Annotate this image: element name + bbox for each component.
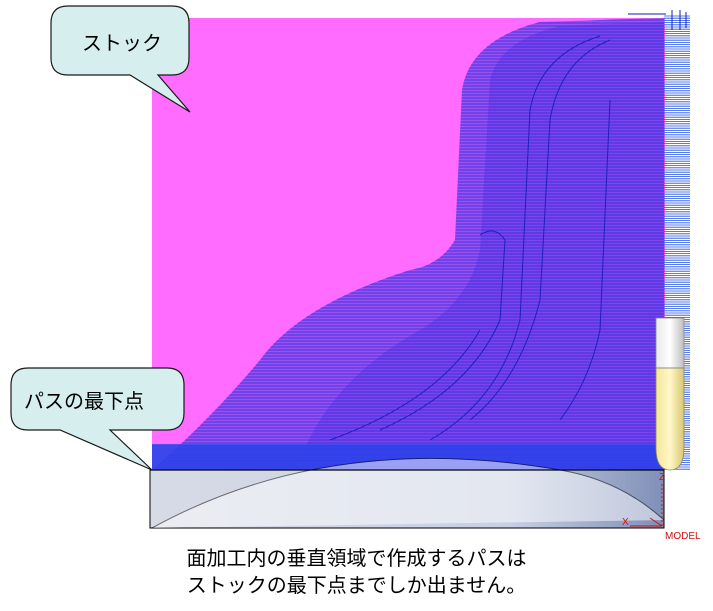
callout-stock-text: ストック [82, 31, 162, 55]
cam-viewport[interactable] [0, 0, 713, 611]
cutting-tool [655, 317, 685, 471]
callout-lowest-point-text: パスの最下点 [24, 389, 144, 413]
triad-model-label: MODEL [665, 531, 701, 542]
triad-z-label: Z [659, 472, 666, 483]
callout-stock [50, 5, 191, 113]
triad-x-label: X [622, 517, 629, 528]
caption-line-2: ストックの最下点までしか出ません。 [186, 573, 527, 597]
caption-line-1: 面加工内の垂直領域で作成するパスは [186, 546, 527, 570]
